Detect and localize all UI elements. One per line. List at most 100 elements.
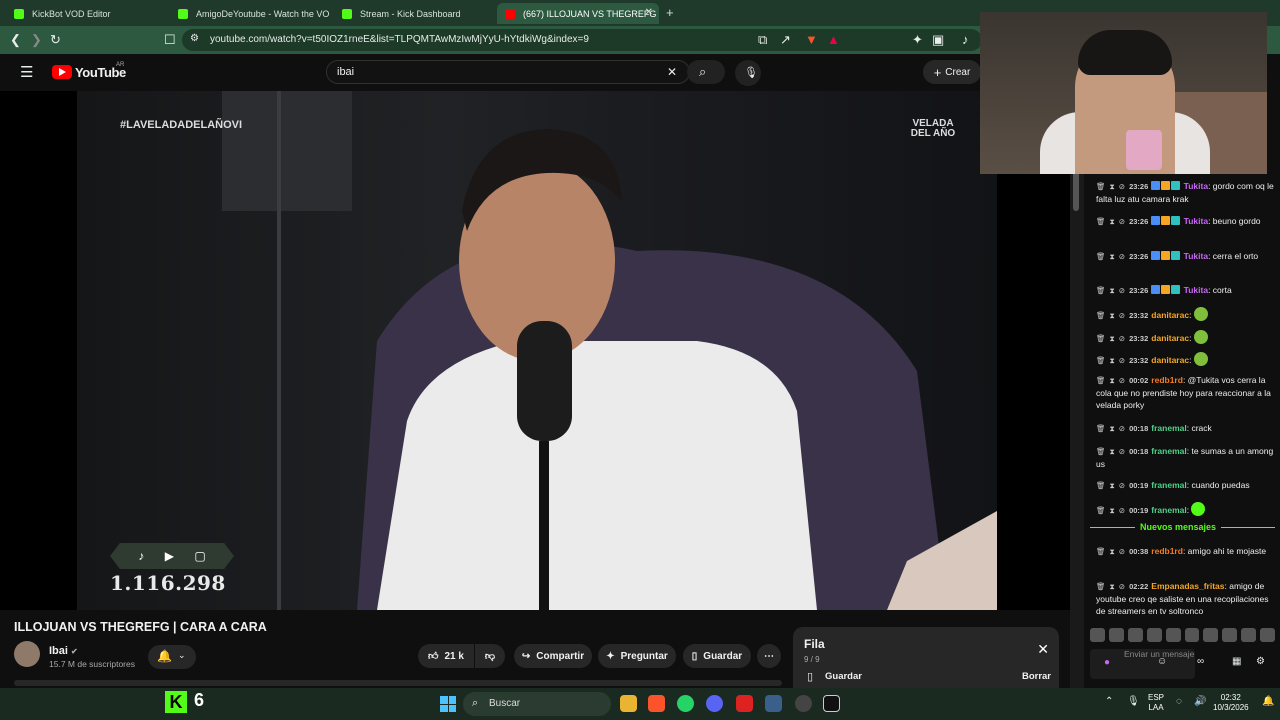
- ban-icon[interactable]: ⊘: [1119, 182, 1125, 191]
- app-icon[interactable]: [736, 695, 753, 712]
- chevron-up-icon[interactable]: ⌃: [1105, 696, 1113, 707]
- more-actions-button[interactable]: ⋯: [757, 644, 781, 668]
- chat-username[interactable]: franemal: [1151, 423, 1186, 433]
- channel-avatar[interactable]: [14, 641, 40, 667]
- close-icon[interactable]: ✕: [645, 7, 653, 18]
- timeout-icon[interactable]: ⧗: [1110, 582, 1115, 591]
- pin-icon[interactable]: 🗑︎: [1096, 356, 1106, 365]
- chat-username[interactable]: danitarac: [1151, 355, 1189, 365]
- chat-username[interactable]: franemal: [1151, 505, 1186, 515]
- notifications-icon[interactable]: 🔔: [1262, 696, 1274, 707]
- dislike-button[interactable]: 👎︎: [475, 644, 505, 668]
- ban-icon[interactable]: ⊘: [1119, 447, 1125, 456]
- browser-tab[interactable]: KickBot VOD Editor: [6, 3, 166, 24]
- capcut-icon[interactable]: [823, 695, 840, 712]
- chat-username[interactable]: Tukita: [1184, 251, 1208, 261]
- steam-icon[interactable]: [765, 695, 782, 712]
- taskbar-search[interactable]: ⌕ Buscar: [463, 692, 611, 716]
- close-icon[interactable]: ✕: [1037, 641, 1049, 658]
- timeout-icon[interactable]: ⧗: [1110, 252, 1115, 261]
- timeout-icon[interactable]: ⧗: [1110, 182, 1115, 191]
- emoji-icon[interactable]: ☺: [1157, 656, 1167, 668]
- whatsapp-icon[interactable]: [677, 695, 694, 712]
- ban-icon[interactable]: ⊘: [1119, 334, 1125, 343]
- search-input[interactable]: ibai ✕: [326, 60, 690, 84]
- like-button[interactable]: 👍︎ 21 k: [418, 644, 474, 668]
- ban-icon[interactable]: ⊘: [1119, 506, 1125, 515]
- pin-icon[interactable]: 🗑︎: [1096, 506, 1106, 515]
- create-button[interactable]: + Crear: [923, 60, 981, 84]
- chat-username[interactable]: Tukita: [1184, 216, 1208, 226]
- emote-icon[interactable]: [1090, 628, 1105, 642]
- forward-icon[interactable]: ❯: [31, 32, 42, 48]
- ban-icon[interactable]: ⊘: [1119, 252, 1125, 261]
- share-button[interactable]: ↪ Compartir: [514, 644, 592, 668]
- page-scrollbar[interactable]: [1070, 91, 1084, 688]
- mic-icon[interactable]: 🎙: [1127, 696, 1140, 707]
- queue-save-button[interactable]: Guardar: [825, 671, 862, 682]
- timeout-icon[interactable]: ⧗: [1110, 506, 1115, 515]
- volume-icon[interactable]: 🔊: [1194, 696, 1206, 707]
- menu-icon[interactable]: ☰: [20, 63, 33, 81]
- video-player[interactable]: #LAVELADADELAÑOVI VELADA DEL AÑO ♪ ▶ ▢ 1…: [0, 91, 1070, 610]
- sidebar-icon[interactable]: ▣: [932, 32, 944, 48]
- chat-username[interactable]: danitarac: [1151, 333, 1189, 343]
- chat-username[interactable]: franemal: [1151, 446, 1186, 456]
- emote-icon[interactable]: [1146, 628, 1162, 642]
- pin-icon[interactable]: 🗑︎: [1096, 447, 1106, 456]
- emote-icon[interactable]: [1241, 628, 1257, 642]
- chat-username[interactable]: franemal: [1151, 480, 1186, 490]
- pin-icon[interactable]: 🗑︎: [1096, 252, 1106, 261]
- timeout-icon[interactable]: ⧗: [1110, 356, 1115, 365]
- ban-icon[interactable]: ⊘: [1119, 356, 1125, 365]
- voice-search-button[interactable]: 🎙: [735, 60, 761, 86]
- file-explorer-icon[interactable]: [620, 695, 637, 712]
- pin-icon[interactable]: 🗑︎: [1096, 481, 1106, 490]
- timeout-icon[interactable]: ⧗: [1110, 334, 1115, 343]
- chat-username[interactable]: Empanadas_fritas: [1151, 581, 1224, 591]
- rewards-icon[interactable]: ▲: [827, 32, 840, 47]
- browser-tab[interactable]: AmigoDeYoutube - Watch the VOD: [170, 3, 330, 24]
- pin-icon[interactable]: 🗑︎: [1096, 311, 1106, 320]
- ban-icon[interactable]: ⊘: [1119, 547, 1125, 556]
- emote-icon[interactable]: [1127, 628, 1143, 642]
- ban-icon[interactable]: ⊘: [1119, 376, 1125, 385]
- ban-icon[interactable]: ⊘: [1119, 311, 1125, 320]
- emote-icon[interactable]: [1260, 628, 1276, 642]
- url-field[interactable]: ⚙ youtube.com/watch?v=t50IOZ1rneE&list=T…: [182, 29, 982, 51]
- pin-icon[interactable]: 🗑︎: [1096, 424, 1106, 433]
- clock[interactable]: 02:32 10/3/2026: [1213, 693, 1249, 713]
- ask-button[interactable]: ✦ Preguntar: [598, 644, 676, 668]
- chat-username[interactable]: Tukita: [1184, 285, 1208, 295]
- chat-input[interactable]: ● Enviar un mensaje: [1090, 649, 1195, 679]
- chat-username[interactable]: redb1rd: [1151, 375, 1183, 385]
- extensions-icon[interactable]: ✦: [912, 32, 923, 48]
- ban-icon[interactable]: ⊘: [1119, 217, 1125, 226]
- timeout-icon[interactable]: ⧗: [1110, 311, 1115, 320]
- emote-icon[interactable]: [1222, 628, 1238, 642]
- language-indicator[interactable]: ESP LAA: [1148, 693, 1164, 713]
- settings-icon[interactable]: ⚙: [1256, 656, 1265, 668]
- mic-icon[interactable]: ●: [1104, 657, 1110, 669]
- pin-icon[interactable]: 🗑︎: [1096, 182, 1106, 191]
- open-in-icon[interactable]: ⧉: [758, 32, 767, 48]
- emote-icon[interactable]: [1108, 628, 1124, 642]
- ban-icon[interactable]: ⊘: [1119, 481, 1125, 490]
- timeout-icon[interactable]: ⧗: [1110, 217, 1115, 226]
- chat-username[interactable]: redb1rd: [1151, 546, 1183, 556]
- timeout-icon[interactable]: ⧗: [1110, 286, 1115, 295]
- wifi-icon[interactable]: ◌: [1176, 696, 1182, 707]
- share-icon[interactable]: ↗: [780, 32, 791, 48]
- windows-start-icon[interactable]: [440, 696, 456, 712]
- youtube-logo-icon[interactable]: [52, 65, 72, 79]
- timeout-icon[interactable]: ⧗: [1110, 376, 1115, 385]
- pin-icon[interactable]: 🗑︎: [1096, 286, 1106, 295]
- obs-icon[interactable]: [795, 695, 812, 712]
- pin-icon[interactable]: 🗑︎: [1096, 376, 1106, 385]
- reload-icon[interactable]: ↻: [50, 32, 61, 48]
- bookmark-icon[interactable]: ☐: [164, 32, 176, 48]
- timeout-icon[interactable]: ⧗: [1110, 547, 1115, 556]
- pin-icon[interactable]: 🗑︎: [1096, 582, 1106, 591]
- browser-tab[interactable]: Stream - Kick Dashboard: [334, 3, 494, 24]
- emote-icon[interactable]: [1203, 628, 1219, 642]
